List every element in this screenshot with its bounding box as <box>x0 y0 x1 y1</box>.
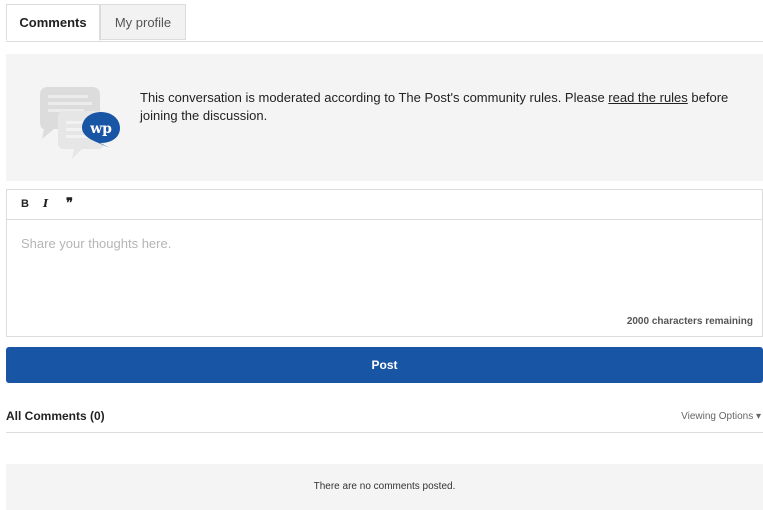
tab-my-profile[interactable]: My profile <box>100 4 186 40</box>
comment-input[interactable] <box>7 220 762 300</box>
editor-toolbar: B I ❞ <box>7 190 762 220</box>
svg-text:wp: wp <box>89 121 112 137</box>
empty-comments-message: There are no comments posted. <box>6 464 763 510</box>
moderation-message: This conversation is moderated according… <box>140 90 729 123</box>
comment-editor: B I ❞ 2000 characters remaining <box>6 189 763 337</box>
read-rules-link[interactable]: read the rules <box>608 90 688 105</box>
tab-bar: Comments My profile <box>6 4 763 42</box>
italic-button[interactable]: I <box>43 197 48 211</box>
comments-header: All Comments (0) Viewing Options ▾ <box>6 404 763 433</box>
viewing-options-dropdown[interactable]: Viewing Options ▾ <box>681 411 761 422</box>
bold-button[interactable]: B <box>21 197 29 211</box>
moderation-banner: wp This conversation is moderated accord… <box>6 54 763 181</box>
quote-button[interactable]: ❞ <box>66 197 73 211</box>
wp-logo-badge: wp <box>82 112 120 148</box>
post-button[interactable]: Post <box>6 347 763 383</box>
tab-comments[interactable]: Comments <box>6 4 100 41</box>
all-comments-count: All Comments (0) <box>6 409 105 423</box>
characters-remaining: 2000 characters remaining <box>626 316 753 327</box>
